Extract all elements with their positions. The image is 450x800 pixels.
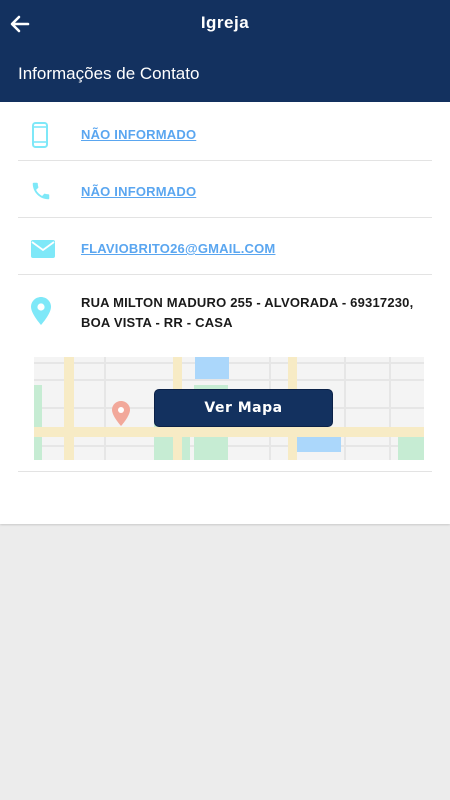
- smartphone-icon: [32, 122, 48, 148]
- address-line-2: BOA VISTA - RR - CASA: [81, 315, 233, 330]
- email-link[interactable]: FLAVIOBRITO26@GMAIL.COM: [81, 241, 275, 256]
- phone-link[interactable]: NÃO INFORMADO: [81, 184, 196, 199]
- address-text: RUA MILTON MADURO 255 - ALVORADA - 69317…: [81, 293, 431, 333]
- location-pin-icon: [31, 297, 51, 325]
- app-header: Igreja Informações de Contato: [0, 0, 450, 102]
- address-line-1: RUA MILTON MADURO 255 - ALVORADA - 69317…: [81, 295, 414, 310]
- phone-icon: [32, 182, 50, 200]
- map-preview[interactable]: Ver Mapa: [34, 357, 424, 460]
- section-title: Informações de Contato: [18, 64, 200, 83]
- view-map-button[interactable]: Ver Mapa: [154, 389, 333, 427]
- contact-row-mobile: NÃO INFORMADO: [18, 104, 432, 161]
- contact-row-address: RUA MILTON MADURO 255 - ALVORADA - 69317…: [18, 275, 432, 472]
- contact-row-email: FLAVIOBRITO26@GMAIL.COM: [18, 218, 432, 275]
- mobile-link[interactable]: NÃO INFORMADO: [81, 127, 196, 142]
- contact-row-phone: NÃO INFORMADO: [18, 161, 432, 218]
- page-title: Igreja: [200, 13, 250, 32]
- contact-card: NÃO INFORMADO NÃO INFORMADO FLAVIOBRITO2…: [0, 102, 450, 524]
- mail-icon: [31, 240, 55, 258]
